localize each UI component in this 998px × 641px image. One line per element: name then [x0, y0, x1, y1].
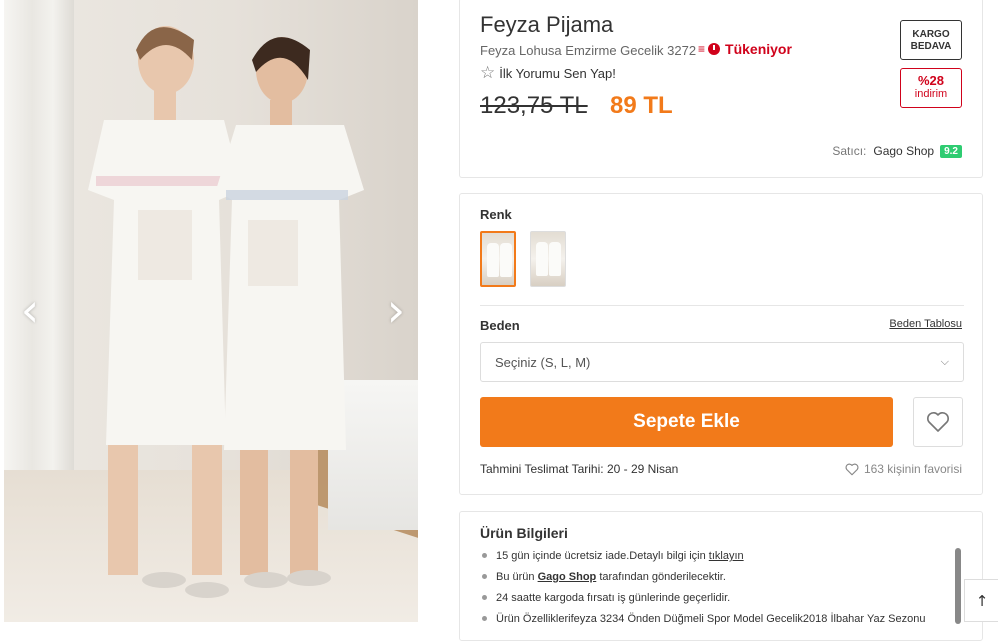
arrow-up-icon: ↑	[975, 591, 989, 610]
shipper-pre: Bu ürün	[496, 571, 538, 583]
list-icon: ≡	[698, 42, 706, 56]
return-info: 15 gün içinde ücretsiz iade.Detaylı bilg…	[496, 550, 709, 562]
list-item: Ürün Özelliklerifeyza 3234 Önden Düğmeli…	[482, 612, 925, 633]
bullet-icon	[482, 595, 487, 600]
product-options-card: Renk Beden Beden Tablosu Seçiniz (S, L, …	[459, 193, 983, 495]
discount-percent: %28	[917, 73, 945, 88]
swatch-figure	[549, 242, 561, 276]
size-select-placeholder: Seçiniz (S, L, M)	[495, 354, 591, 370]
product-name: Feyza Lohusa Emzirme Gecelik 3272	[480, 43, 697, 58]
seller-label: Satıcı:	[832, 144, 867, 158]
product-info-title: Ürün Bilgileri	[480, 525, 568, 541]
scroll-to-top-button[interactable]: ↑	[964, 579, 998, 622]
swatch-figure	[500, 243, 512, 277]
color-swatch-selected[interactable]	[480, 231, 516, 287]
scrollbar[interactable]	[955, 548, 961, 624]
divider	[480, 305, 964, 306]
first-review-link[interactable]: ☆ İlk Yorumu Sen Yap!	[480, 63, 616, 83]
add-to-cart-button[interactable]: Sepete Ekle	[480, 397, 893, 447]
cargo-info: 24 saatte kargoda fırsatı iş günlerinde …	[496, 592, 731, 604]
color-label: Renk	[480, 207, 512, 222]
free-shipping-label: KARGO BEDAVA	[910, 29, 952, 52]
size-label: Beden	[480, 318, 520, 333]
heart-icon	[927, 412, 949, 432]
old-price: 123,75 TL	[480, 92, 588, 119]
swatch-figure	[487, 243, 499, 277]
shipper-post: tarafından gönderilecektir.	[596, 571, 726, 583]
list-item: Bu ürün Gago Shop tarafından gönderilece…	[482, 570, 925, 591]
heart-icon	[845, 463, 859, 475]
swatch-figure	[536, 242, 548, 276]
product-brand[interactable]: Feyza Pijama	[480, 12, 613, 38]
color-swatch[interactable]	[530, 231, 566, 287]
product-image-gallery[interactable]: ‹ ›	[4, 0, 418, 622]
first-review-label: İlk Yorumu Sen Yap!	[499, 65, 616, 81]
shipper-link[interactable]: Gago Shop	[538, 571, 597, 583]
estimated-delivery: Tahmini Teslimat Tarihi: 20 - 29 Nisan	[480, 462, 679, 476]
add-to-cart-label: Sepete Ekle	[633, 411, 740, 432]
clock-icon	[708, 43, 721, 55]
bullet-icon	[482, 616, 487, 621]
chevron-down-icon: ⌵	[940, 355, 949, 368]
product-features: Ürün Özelliklerifeyza 3234 Önden Düğmeli…	[496, 613, 926, 625]
return-details-link[interactable]: tıklayın	[709, 550, 744, 562]
list-item: 24 saatte kargoda fırsatı iş günlerinde …	[482, 591, 925, 612]
free-shipping-badge: KARGO BEDAVA	[900, 20, 962, 60]
star-icon: ☆	[480, 63, 496, 83]
product-header-card: Feyza Pijama Feyza Lohusa Emzirme Geceli…	[459, 0, 983, 178]
size-select[interactable]: Seçiniz (S, L, M) ⌵	[480, 342, 964, 382]
favorite-button[interactable]	[913, 397, 963, 447]
size-chart-link[interactable]: Beden Tablosu	[889, 318, 962, 330]
seller-name[interactable]: Gago Shop	[873, 144, 934, 158]
product-info-list: 15 gün içinde ücretsiz iade.Detaylı bilg…	[482, 549, 925, 633]
bullet-icon	[482, 553, 487, 558]
favorite-count-label: 163 kişinin favorisi	[863, 462, 962, 476]
stock-status-label: Tükeniyor	[725, 41, 792, 57]
models-illustration	[88, 26, 364, 598]
list-item: 15 gün içinde ücretsiz iade.Detaylı bilg…	[482, 549, 925, 570]
gallery-next-icon[interactable]: ›	[384, 280, 408, 340]
gallery-prev-icon[interactable]: ‹	[18, 280, 42, 340]
stock-status: ≡ Tükeniyor	[698, 41, 792, 57]
seller-score-badge: 9.2	[940, 144, 962, 158]
seller-info: Satıcı: Gago Shop 9.2	[832, 144, 962, 158]
discount-badge: %28 indirim	[900, 68, 962, 108]
discount-label: indirim	[914, 88, 948, 100]
bullet-icon	[482, 574, 487, 579]
current-price: 89 TL	[610, 92, 673, 119]
favorite-count: 163 kişinin favorisi	[845, 462, 962, 476]
